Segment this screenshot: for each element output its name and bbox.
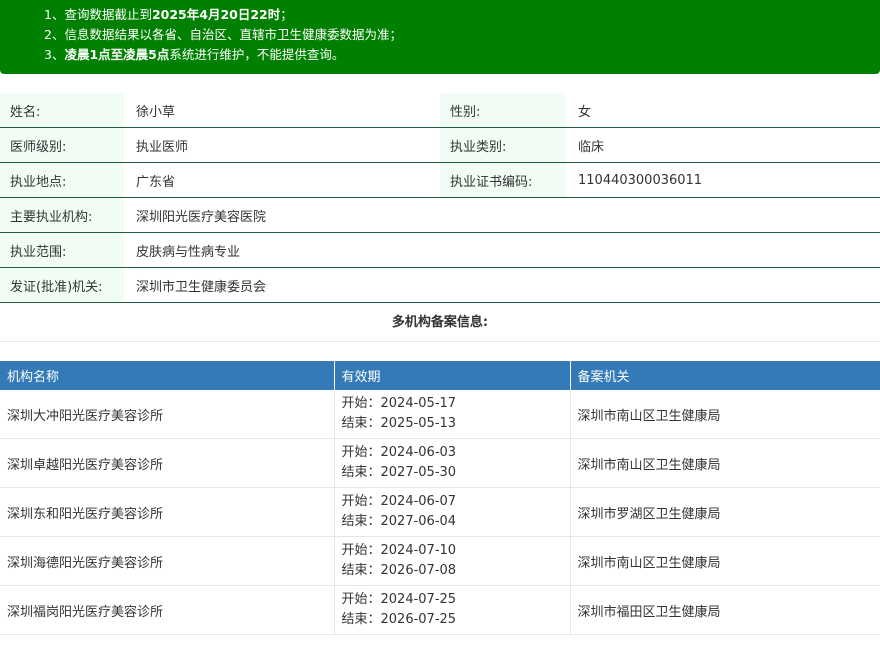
level-value: 执业医师 [124,127,440,163]
record-end: 结束：2026-07-25 [341,612,457,627]
notice-line-3: 3、凌晨1点至凌晨5点系统进行维护，不能提供查询。 [44,47,345,62]
notice-line-2: 2、信息数据结果以各省、自治区、直辖市卫生健康委数据为准； [44,27,402,42]
header-filing-authority: 备案机关 [570,361,880,390]
record-authority: 深圳市南山区卫生健康局 [570,390,880,439]
cert-label: 执业证书编码: [440,162,566,198]
info-row-scope: 执业范围: 皮肤病与性病专业 [0,232,880,268]
table-row: 深圳海德阳光医疗美容诊所 开始：2024-07-10 结束：2026-07-08 … [0,536,880,586]
record-authority: 深圳市福田区卫生健康局 [570,585,880,635]
records-table: 机构名称 有效期 备案机关 深圳大冲阳光医疗美容诊所 开始：2024-05-17… [0,361,880,635]
institution-label: 主要执业机构: [0,197,124,233]
table-row: 深圳福岗阳光医疗美容诊所 开始：2024-07-25 结束：2026-07-25 … [0,585,880,635]
authority-label: 发证(批准)机关: [0,267,124,303]
table-row: 深圳卓越阳光医疗美容诊所 开始：2024-06-03 结束：2027-05-30 … [0,438,880,488]
record-authority: 深圳市罗湖区卫生健康局 [570,487,880,537]
level-label: 医师级别: [0,127,124,163]
record-name: 深圳东和阳光医疗美容诊所 [0,487,335,537]
header-validity: 有效期 [334,361,571,390]
record-start: 开始：2024-06-07 [341,494,457,509]
info-row-institution: 主要执业机构: 深圳阳光医疗美容医院 [0,197,880,233]
record-period: 开始：2024-05-17 结束：2025-05-13 [334,390,571,439]
name-value: 徐小草 [124,93,440,128]
record-authority: 深圳市南山区卫生健康局 [570,438,880,488]
gender-label: 性别: [440,93,566,128]
institution-value: 深圳阳光医疗美容医院 [124,197,880,233]
record-name: 深圳福岗阳光医疗美容诊所 [0,585,335,635]
info-row-name: 姓名: 徐小草 性别: 女 [0,93,880,128]
location-value: 广东省 [124,162,440,198]
location-label: 执业地点: [0,162,124,198]
record-end: 结束：2027-05-30 [341,465,457,480]
notice-line-1: 1、查询数据截止到2025年4月20日22时； [44,7,293,22]
record-period: 开始：2024-06-07 结束：2027-06-04 [334,487,571,537]
name-label: 姓名: [0,93,124,128]
record-start: 开始：2024-05-17 [341,396,457,411]
scope-label: 执业范围: [0,232,124,268]
info-row-location: 执业地点: 广东省 执业证书编码: 110440300036011 [0,162,880,198]
doctor-info-table: 姓名: 徐小草 性别: 女 医师级别: 执业医师 执业类别: 临床 执业地点: … [0,93,880,303]
records-header-row: 机构名称 有效期 备案机关 [0,361,880,390]
record-end: 结束：2026-07-08 [341,563,457,578]
record-start: 开始：2024-07-10 [341,543,457,558]
record-end: 结束：2027-06-04 [341,514,457,529]
record-name: 深圳卓越阳光医疗美容诊所 [0,438,335,488]
record-end: 结束：2025-05-13 [341,416,457,431]
record-name: 深圳大冲阳光医疗美容诊所 [0,390,335,439]
record-start: 开始：2024-07-25 [341,592,457,607]
cert-value: 110440300036011 [566,162,880,198]
record-name: 深圳海德阳光医疗美容诊所 [0,536,335,586]
gender-value: 女 [566,93,880,128]
scope-value: 皮肤病与性病专业 [124,232,880,268]
notice-banner: 1、查询数据截止到2025年4月20日22时； 2、信息数据结果以各省、自治区、… [0,0,880,74]
record-period: 开始：2024-07-10 结束：2026-07-08 [334,536,571,586]
category-label: 执业类别: [440,127,566,163]
record-period: 开始：2024-06-03 结束：2027-05-30 [334,438,571,488]
authority-value: 深圳市卫生健康委员会 [124,267,880,303]
record-period: 开始：2024-07-25 结束：2026-07-25 [334,585,571,635]
table-row: 深圳大冲阳光医疗美容诊所 开始：2024-05-17 结束：2025-05-13 … [0,390,880,439]
header-institution-name: 机构名称 [0,361,335,390]
info-row-authority: 发证(批准)机关: 深圳市卫生健康委员会 [0,267,880,303]
multi-institution-title: 多机构备案信息: [0,304,880,342]
table-row: 深圳东和阳光医疗美容诊所 开始：2024-06-07 结束：2027-06-04 … [0,487,880,537]
info-row-level: 医师级别: 执业医师 执业类别: 临床 [0,127,880,163]
record-start: 开始：2024-06-03 [341,445,457,460]
record-authority: 深圳市南山区卫生健康局 [570,536,880,586]
category-value: 临床 [566,127,880,163]
